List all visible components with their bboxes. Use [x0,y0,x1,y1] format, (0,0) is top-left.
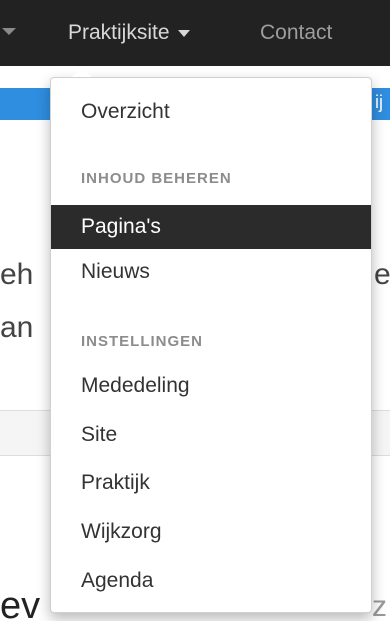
caret-down-icon[interactable] [2,28,16,35]
nav-praktijksite-label: Praktijksite [68,21,170,44]
praktijksite-dropdown-menu: Overzicht INHOUD BEHEREN Pagina's Nieuws… [50,77,372,613]
section-heading-fragment: z [372,590,387,621]
screen: Praktijksite Contact ij eh e an ev z Ove… [0,0,390,621]
menu-item-agenda[interactable]: Agenda [51,559,371,603]
menu-item-nieuws[interactable]: Nieuws [51,250,371,294]
dropdown-pointer [72,66,92,77]
menu-header-instellingen: INSTELLINGEN [81,333,204,350]
menu-item-mededeling[interactable]: Mededeling [51,364,371,408]
top-navbar: Praktijksite Contact [0,0,390,66]
menu-item-site[interactable]: Site [51,413,371,457]
page-heading-fragment: e [374,258,390,291]
menu-header-inhoud-beheren: INHOUD BEHEREN [81,170,232,187]
page-heading-fragment: an [0,311,34,344]
menu-item-overzicht[interactable]: Overzicht [51,90,371,134]
nav-contact-link[interactable]: Contact [260,0,332,66]
section-heading-fragment: ev [0,585,41,621]
menu-item-paginas[interactable]: Pagina's [51,205,371,249]
caret-down-icon [177,29,190,37]
banner-text-fragment: ij [375,92,383,112]
menu-item-praktijk[interactable]: Praktijk [51,461,371,505]
menu-item-wijkzorg[interactable]: Wijkzorg [51,510,371,554]
page-heading-fragment: eh [0,258,34,291]
nav-praktijksite-toggle[interactable]: Praktijksite [68,0,190,66]
